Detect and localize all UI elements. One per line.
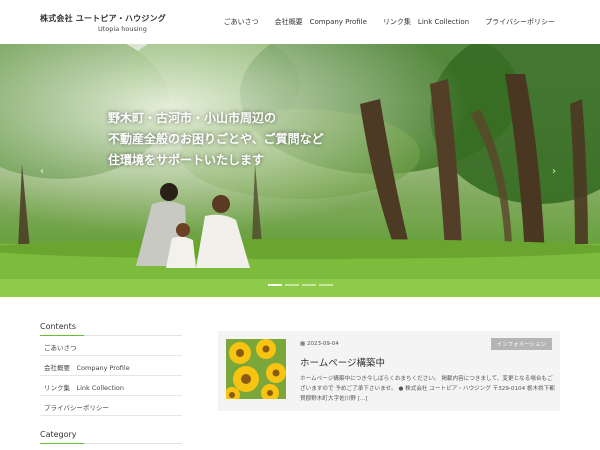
post-date-text: 2023-09-04	[306, 341, 339, 347]
sidebar-item-privacy-policy[interactable]: プライバシーポリシー	[40, 396, 182, 416]
calendar-icon: ▦	[300, 341, 306, 347]
slider-dot[interactable]	[285, 284, 299, 286]
nav-greeting[interactable]: ごあいさつ	[224, 17, 259, 27]
slider-prev-icon[interactable]: ‹	[40, 166, 44, 177]
post-thumbnail[interactable]	[226, 339, 286, 399]
site-header: 株式会社 ユートピア・ハウジング Utopia housing ごあいさつ 会社…	[0, 0, 600, 44]
category-heading: Category	[40, 430, 182, 444]
sidebar-item-link-collection[interactable]: リンク集 Link Collection	[40, 376, 182, 396]
slider-dot[interactable]	[302, 284, 316, 286]
contents-heading: Contents	[40, 322, 182, 336]
slider-dot[interactable]	[319, 284, 333, 286]
sunflower-image	[226, 339, 286, 399]
hero-caption-line: 野木町・古河市・小山市周辺の	[108, 111, 277, 125]
slider-pagination	[268, 284, 333, 286]
nav-privacy-policy[interactable]: プライバシーポリシー	[485, 17, 555, 27]
nav-company-profile[interactable]: 会社概要 Company Profile	[275, 17, 367, 27]
slider-dot[interactable]	[268, 284, 282, 286]
sidebar-item-greeting[interactable]: ごあいさつ	[40, 336, 182, 356]
global-nav: ごあいさつ 会社概要 Company Profile リンク集 Link Col…	[224, 17, 555, 27]
hero-caption-line: 不動産全般のお困りごとや、ご質問など	[108, 132, 324, 146]
hero-caption-line: 住環境をサポートいたします	[108, 153, 265, 167]
site-logo[interactable]: 株式会社 ユートピア・ハウジング Utopia housing	[40, 13, 166, 33]
post-excerpt: ホームページ構築中につき今しばらくおまちください。 掲載内容につきまして、変更と…	[300, 376, 555, 402]
category-badge[interactable]: インフォメーション	[490, 338, 552, 350]
sidebar: Contents ごあいさつ 会社概要 Company Profile リンク集…	[40, 322, 182, 450]
sidebar-item-company-profile[interactable]: 会社概要 Company Profile	[40, 356, 182, 376]
post-title[interactable]: ホームページ構築中	[300, 355, 385, 369]
logo-english-name: Utopia housing	[98, 25, 147, 33]
hero-caption: 野木町・古河市・小山市周辺の 不動産全般のお困りごとや、ご質問など 住環境をサポ…	[108, 108, 324, 171]
nav-link-collection[interactable]: リンク集 Link Collection	[383, 17, 469, 27]
contents-list: ごあいさつ 会社概要 Company Profile リンク集 Link Col…	[40, 336, 182, 416]
hero-slider: 野木町・古河市・小山市周辺の 不動産全般のお困りごとや、ご質問など 住環境をサポ…	[0, 44, 600, 297]
post-date: ▦ 2023-09-04	[300, 341, 339, 347]
post-card: ▦ 2023-09-04 インフォメーション ホームページ構築中 ホームページ構…	[218, 331, 560, 411]
slider-next-icon[interactable]: ›	[552, 166, 556, 177]
category-section: Category	[40, 430, 182, 450]
logo-company-name: 株式会社 ユートピア・ハウジング	[40, 14, 166, 23]
